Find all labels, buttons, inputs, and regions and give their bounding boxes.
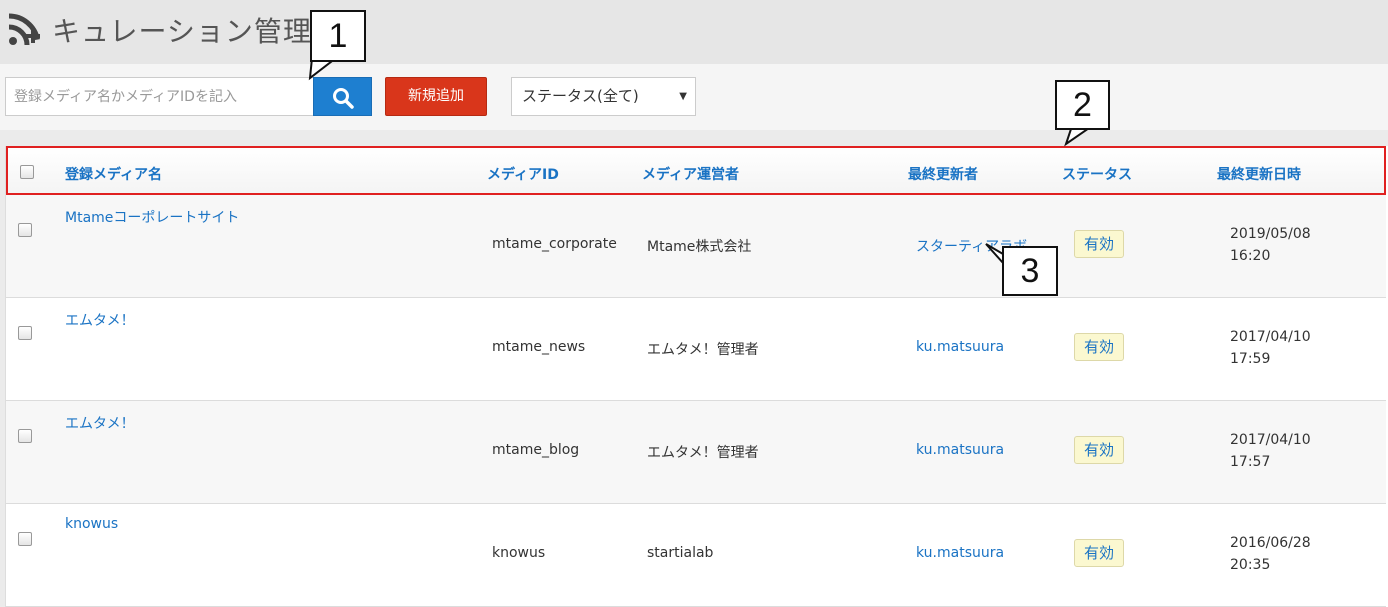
media-id: mtame_corporate <box>492 236 617 252</box>
status-filter-value: ステータス(全て) <box>522 87 639 105</box>
last-updater-link[interactable]: ku.matsuura <box>916 339 1004 355</box>
status-badge: 有効 <box>1074 436 1124 464</box>
dropdown-arrow-icon: ▼ <box>679 91 687 102</box>
rss-plus-icon <box>8 13 41 46</box>
last-updated-time: 17:57 <box>1230 454 1271 470</box>
add-new-button[interactable]: 新規追加 <box>385 77 487 116</box>
row-checkbox[interactable] <box>18 326 32 340</box>
last-updated-time: 16:20 <box>1230 248 1271 264</box>
status-badge: 有効 <box>1074 333 1124 361</box>
last-updated-date: 2019/05/08 <box>1230 226 1311 242</box>
last-updated: 2016/06/28 20:35 <box>1230 532 1311 576</box>
column-header-last-updated[interactable]: 最終更新日時 <box>1217 164 1301 184</box>
last-updated-time: 20:35 <box>1230 557 1271 573</box>
row-checkbox[interactable] <box>18 223 32 237</box>
row-checkbox[interactable] <box>18 429 32 443</box>
table-header: 登録メディア名 メディアID メディア運営者 最終更新者 ステータス 最終更新日… <box>6 146 1386 195</box>
page-title: キュレーション管理 <box>52 15 312 48</box>
page-header: キュレーション管理 <box>0 0 1388 64</box>
column-header-media-name[interactable]: 登録メディア名 <box>65 164 162 184</box>
callout-1: 1 <box>310 10 366 62</box>
row-checkbox[interactable] <box>18 532 32 546</box>
status-badge: 有効 <box>1074 230 1124 258</box>
last-updated: 2017/04/10 17:59 <box>1230 326 1311 370</box>
table-row: Mtameコーポレートサイト mtame_corporate Mtame株式会社… <box>6 195 1386 298</box>
media-id: mtame_blog <box>492 442 580 458</box>
toolbar: 新規追加 ステータス(全て) ▼ <box>0 64 1388 130</box>
media-operator: Mtame株式会社 <box>647 239 752 255</box>
select-all-checkbox[interactable] <box>20 165 34 179</box>
media-operator: startialab <box>647 545 714 561</box>
media-name-link[interactable]: Mtameコーポレートサイト <box>65 207 239 227</box>
last-updated-date: 2016/06/28 <box>1230 535 1311 551</box>
last-updater-link[interactable]: ku.matsuura <box>916 442 1004 458</box>
column-header-status[interactable]: ステータス <box>1062 164 1132 184</box>
last-updated: 2017/04/10 17:57 <box>1230 429 1311 473</box>
table-row: エムタメ！ mtame_blog エムタメ！管理者 ku.matsuura 有効… <box>6 401 1386 504</box>
column-header-last-updater[interactable]: 最終更新者 <box>908 164 978 184</box>
last-updated-date: 2017/04/10 <box>1230 432 1311 448</box>
last-updater-link[interactable]: ku.matsuura <box>916 545 1004 561</box>
callout-2: 2 <box>1055 80 1110 130</box>
status-filter-select[interactable]: ステータス(全て) ▼ <box>511 77 696 116</box>
table-row: エムタメ！ mtame_news エムタメ！管理者 ku.matsuura 有効… <box>6 298 1386 401</box>
media-name-link[interactable]: エムタメ！ <box>65 413 135 433</box>
media-id: knowus <box>492 545 546 561</box>
media-name-link[interactable]: エムタメ！ <box>65 310 135 330</box>
media-id: mtame_news <box>492 339 586 355</box>
last-updated: 2019/05/08 16:20 <box>1230 223 1311 267</box>
media-operator: エムタメ！管理者 <box>647 445 759 461</box>
column-header-operator[interactable]: メディア運営者 <box>642 164 739 184</box>
search-button[interactable] <box>313 77 372 116</box>
media-name-link[interactable]: knowus <box>65 516 118 532</box>
status-badge: 有効 <box>1074 539 1124 567</box>
search-input[interactable] <box>5 77 314 116</box>
search-icon <box>333 88 354 109</box>
callout-3: 3 <box>1002 246 1058 296</box>
last-updated-date: 2017/04/10 <box>1230 329 1311 345</box>
column-header-media-id[interactable]: メディアID <box>487 164 559 184</box>
media-operator: エムタメ！管理者 <box>647 342 759 358</box>
media-table: 登録メディア名 メディアID メディア運営者 最終更新者 ステータス 最終更新日… <box>5 146 1388 607</box>
last-updated-time: 17:59 <box>1230 351 1271 367</box>
table-row: knowus knowus startialab ku.matsuura 有効 … <box>6 504 1386 607</box>
